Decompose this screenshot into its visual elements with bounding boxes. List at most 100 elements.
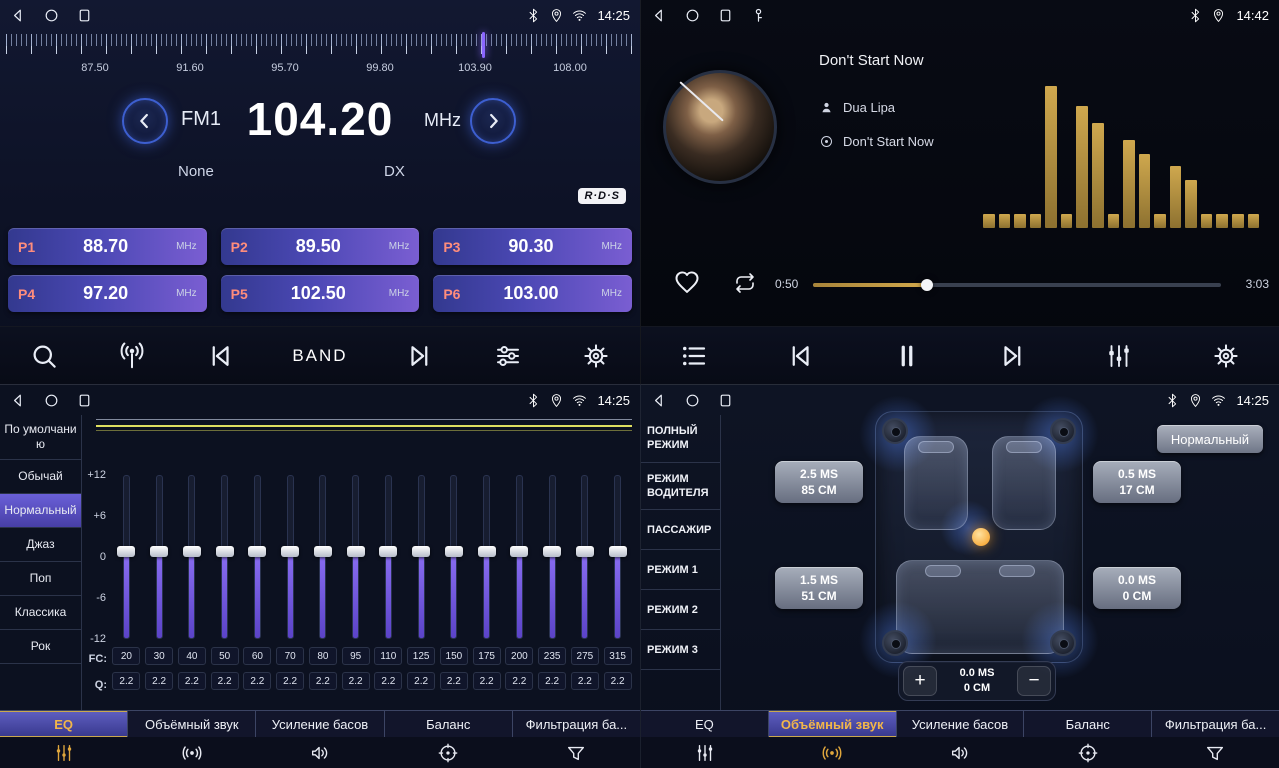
car-cabin-view[interactable] bbox=[875, 411, 1083, 663]
eq-preset-item[interactable]: По умолчанию bbox=[0, 415, 81, 460]
tune-up-button[interactable] bbox=[470, 98, 516, 144]
back-icon[interactable] bbox=[651, 392, 668, 409]
preset-button-p3[interactable]: P390.30MHz bbox=[433, 228, 632, 265]
back-icon[interactable] bbox=[10, 7, 27, 24]
eq-band-handle[interactable] bbox=[543, 546, 561, 557]
bass-boost-icon[interactable] bbox=[256, 737, 384, 768]
eq-band-slider[interactable] bbox=[450, 475, 457, 639]
decrease-delay-button[interactable]: − bbox=[1017, 666, 1051, 696]
settings-gear-button[interactable] bbox=[1211, 341, 1241, 371]
eq-preset-item[interactable]: Классика bbox=[0, 596, 81, 630]
position-mode-item[interactable]: РЕЖИМ 1 bbox=[641, 550, 720, 590]
playlist-button[interactable] bbox=[679, 341, 709, 371]
scan-button[interactable] bbox=[29, 341, 59, 371]
audio-tab-2[interactable]: Усиление басов bbox=[256, 711, 384, 737]
next-station-button[interactable] bbox=[405, 341, 435, 371]
audio-tab-0[interactable]: EQ bbox=[641, 711, 769, 737]
eq-band-slider[interactable] bbox=[188, 475, 195, 639]
recents-icon[interactable] bbox=[76, 392, 93, 409]
eq-band-handle[interactable] bbox=[117, 546, 135, 557]
back-icon[interactable] bbox=[10, 392, 27, 409]
seek-bar[interactable] bbox=[813, 283, 1221, 287]
progress-thumb[interactable] bbox=[921, 279, 933, 291]
recents-icon[interactable] bbox=[717, 392, 734, 409]
favorite-button[interactable] bbox=[673, 268, 701, 296]
eq-band-slider[interactable] bbox=[254, 475, 261, 639]
eq-band-handle[interactable] bbox=[314, 546, 332, 557]
home-icon[interactable] bbox=[684, 7, 701, 24]
audio-tab-0[interactable]: EQ bbox=[0, 711, 128, 737]
preset-button-p6[interactable]: P6103.00MHz bbox=[433, 275, 632, 312]
back-icon[interactable] bbox=[651, 7, 668, 24]
filter-icon[interactable] bbox=[512, 737, 640, 768]
balance-icon[interactable] bbox=[384, 737, 512, 768]
eq-preset-item[interactable]: Поп bbox=[0, 562, 81, 596]
eq-band-slider[interactable] bbox=[483, 475, 490, 639]
recents-icon[interactable] bbox=[717, 7, 734, 24]
listening-position-marker[interactable] bbox=[972, 528, 990, 546]
eq-band-slider[interactable] bbox=[319, 475, 326, 639]
eq-band-slider[interactable] bbox=[516, 475, 523, 639]
position-mode-item[interactable]: РЕЖИМ ВОДИТЕЛЯ bbox=[641, 463, 720, 511]
eq-preset-item[interactable]: Джаз bbox=[0, 528, 81, 562]
delay-rear-right[interactable]: 0.0 MS 0 CM bbox=[1093, 567, 1181, 609]
eq-band-handle[interactable] bbox=[478, 546, 496, 557]
eq-band-handle[interactable] bbox=[576, 546, 594, 557]
eq-band-slider[interactable] bbox=[385, 475, 392, 639]
audio-tab-3[interactable]: Баланс bbox=[385, 711, 513, 737]
eq-band-handle[interactable] bbox=[412, 546, 430, 557]
eq-sliders-icon[interactable] bbox=[0, 737, 128, 768]
position-mode-item[interactable]: РЕЖИМ 2 bbox=[641, 590, 720, 630]
equalizer-button[interactable] bbox=[1104, 341, 1134, 371]
delay-front-right[interactable]: 0.5 MS 17 CM bbox=[1093, 461, 1181, 503]
eq-preset-item[interactable]: Нормальный bbox=[0, 494, 81, 528]
next-track-button[interactable] bbox=[998, 341, 1028, 371]
increase-delay-button[interactable]: + bbox=[903, 666, 937, 696]
eq-band-handle[interactable] bbox=[183, 546, 201, 557]
eq-band-handle[interactable] bbox=[347, 546, 365, 557]
home-icon[interactable] bbox=[684, 392, 701, 409]
eq-band-slider[interactable] bbox=[287, 475, 294, 639]
eq-band-handle[interactable] bbox=[379, 546, 397, 557]
audio-tab-1[interactable]: Объёмный звук bbox=[128, 711, 256, 737]
surround-icon[interactable] bbox=[769, 737, 897, 768]
home-icon[interactable] bbox=[43, 7, 60, 24]
eq-band-slider[interactable] bbox=[221, 475, 228, 639]
eq-preset-item[interactable]: Обычай bbox=[0, 460, 81, 494]
eq-band-handle[interactable] bbox=[248, 546, 266, 557]
preset-button-p4[interactable]: P497.20MHz bbox=[8, 275, 207, 312]
pause-button[interactable] bbox=[892, 341, 922, 371]
eq-band-slider[interactable] bbox=[156, 475, 163, 639]
preset-button-p1[interactable]: P188.70MHz bbox=[8, 228, 207, 265]
filter-icon[interactable] bbox=[1151, 737, 1279, 768]
preset-button-p2[interactable]: P289.50MHz bbox=[221, 228, 420, 265]
position-mode-item[interactable]: РЕЖИМ 3 bbox=[641, 630, 720, 670]
position-mode-item[interactable]: ПОЛНЫЙ РЕЖИМ bbox=[641, 415, 720, 463]
eq-sliders-icon[interactable] bbox=[641, 737, 769, 768]
eq-band-handle[interactable] bbox=[150, 546, 168, 557]
frequency-ruler[interactable] bbox=[6, 34, 634, 58]
surround-icon[interactable] bbox=[128, 737, 256, 768]
recents-icon[interactable] bbox=[76, 7, 93, 24]
preset-button-p5[interactable]: P5102.50MHz bbox=[221, 275, 420, 312]
audio-tab-2[interactable]: Усиление басов bbox=[897, 711, 1025, 737]
eq-band-slider[interactable] bbox=[418, 475, 425, 639]
eq-band-slider[interactable] bbox=[614, 475, 621, 639]
eq-band-handle[interactable] bbox=[609, 546, 627, 557]
audio-tab-1[interactable]: Объёмный звук bbox=[769, 711, 897, 737]
home-icon[interactable] bbox=[43, 392, 60, 409]
audio-tab-4[interactable]: Фильтрация ба... bbox=[513, 711, 640, 737]
delay-front-left[interactable]: 2.5 MS 85 CM bbox=[775, 461, 863, 503]
previous-track-button[interactable] bbox=[785, 341, 815, 371]
eq-band-slider[interactable] bbox=[549, 475, 556, 639]
audio-tab-4[interactable]: Фильтрация ба... bbox=[1152, 711, 1279, 737]
eq-band-handle[interactable] bbox=[445, 546, 463, 557]
delay-rear-left[interactable]: 1.5 MS 51 CM bbox=[775, 567, 863, 609]
broadcast-button[interactable] bbox=[117, 341, 147, 371]
eq-band-slider[interactable] bbox=[581, 475, 588, 639]
eq-band-handle[interactable] bbox=[216, 546, 234, 557]
eq-band-handle[interactable] bbox=[281, 546, 299, 557]
tune-settings-button[interactable] bbox=[493, 341, 523, 371]
previous-station-button[interactable] bbox=[205, 341, 235, 371]
bass-boost-icon[interactable] bbox=[896, 737, 1024, 768]
